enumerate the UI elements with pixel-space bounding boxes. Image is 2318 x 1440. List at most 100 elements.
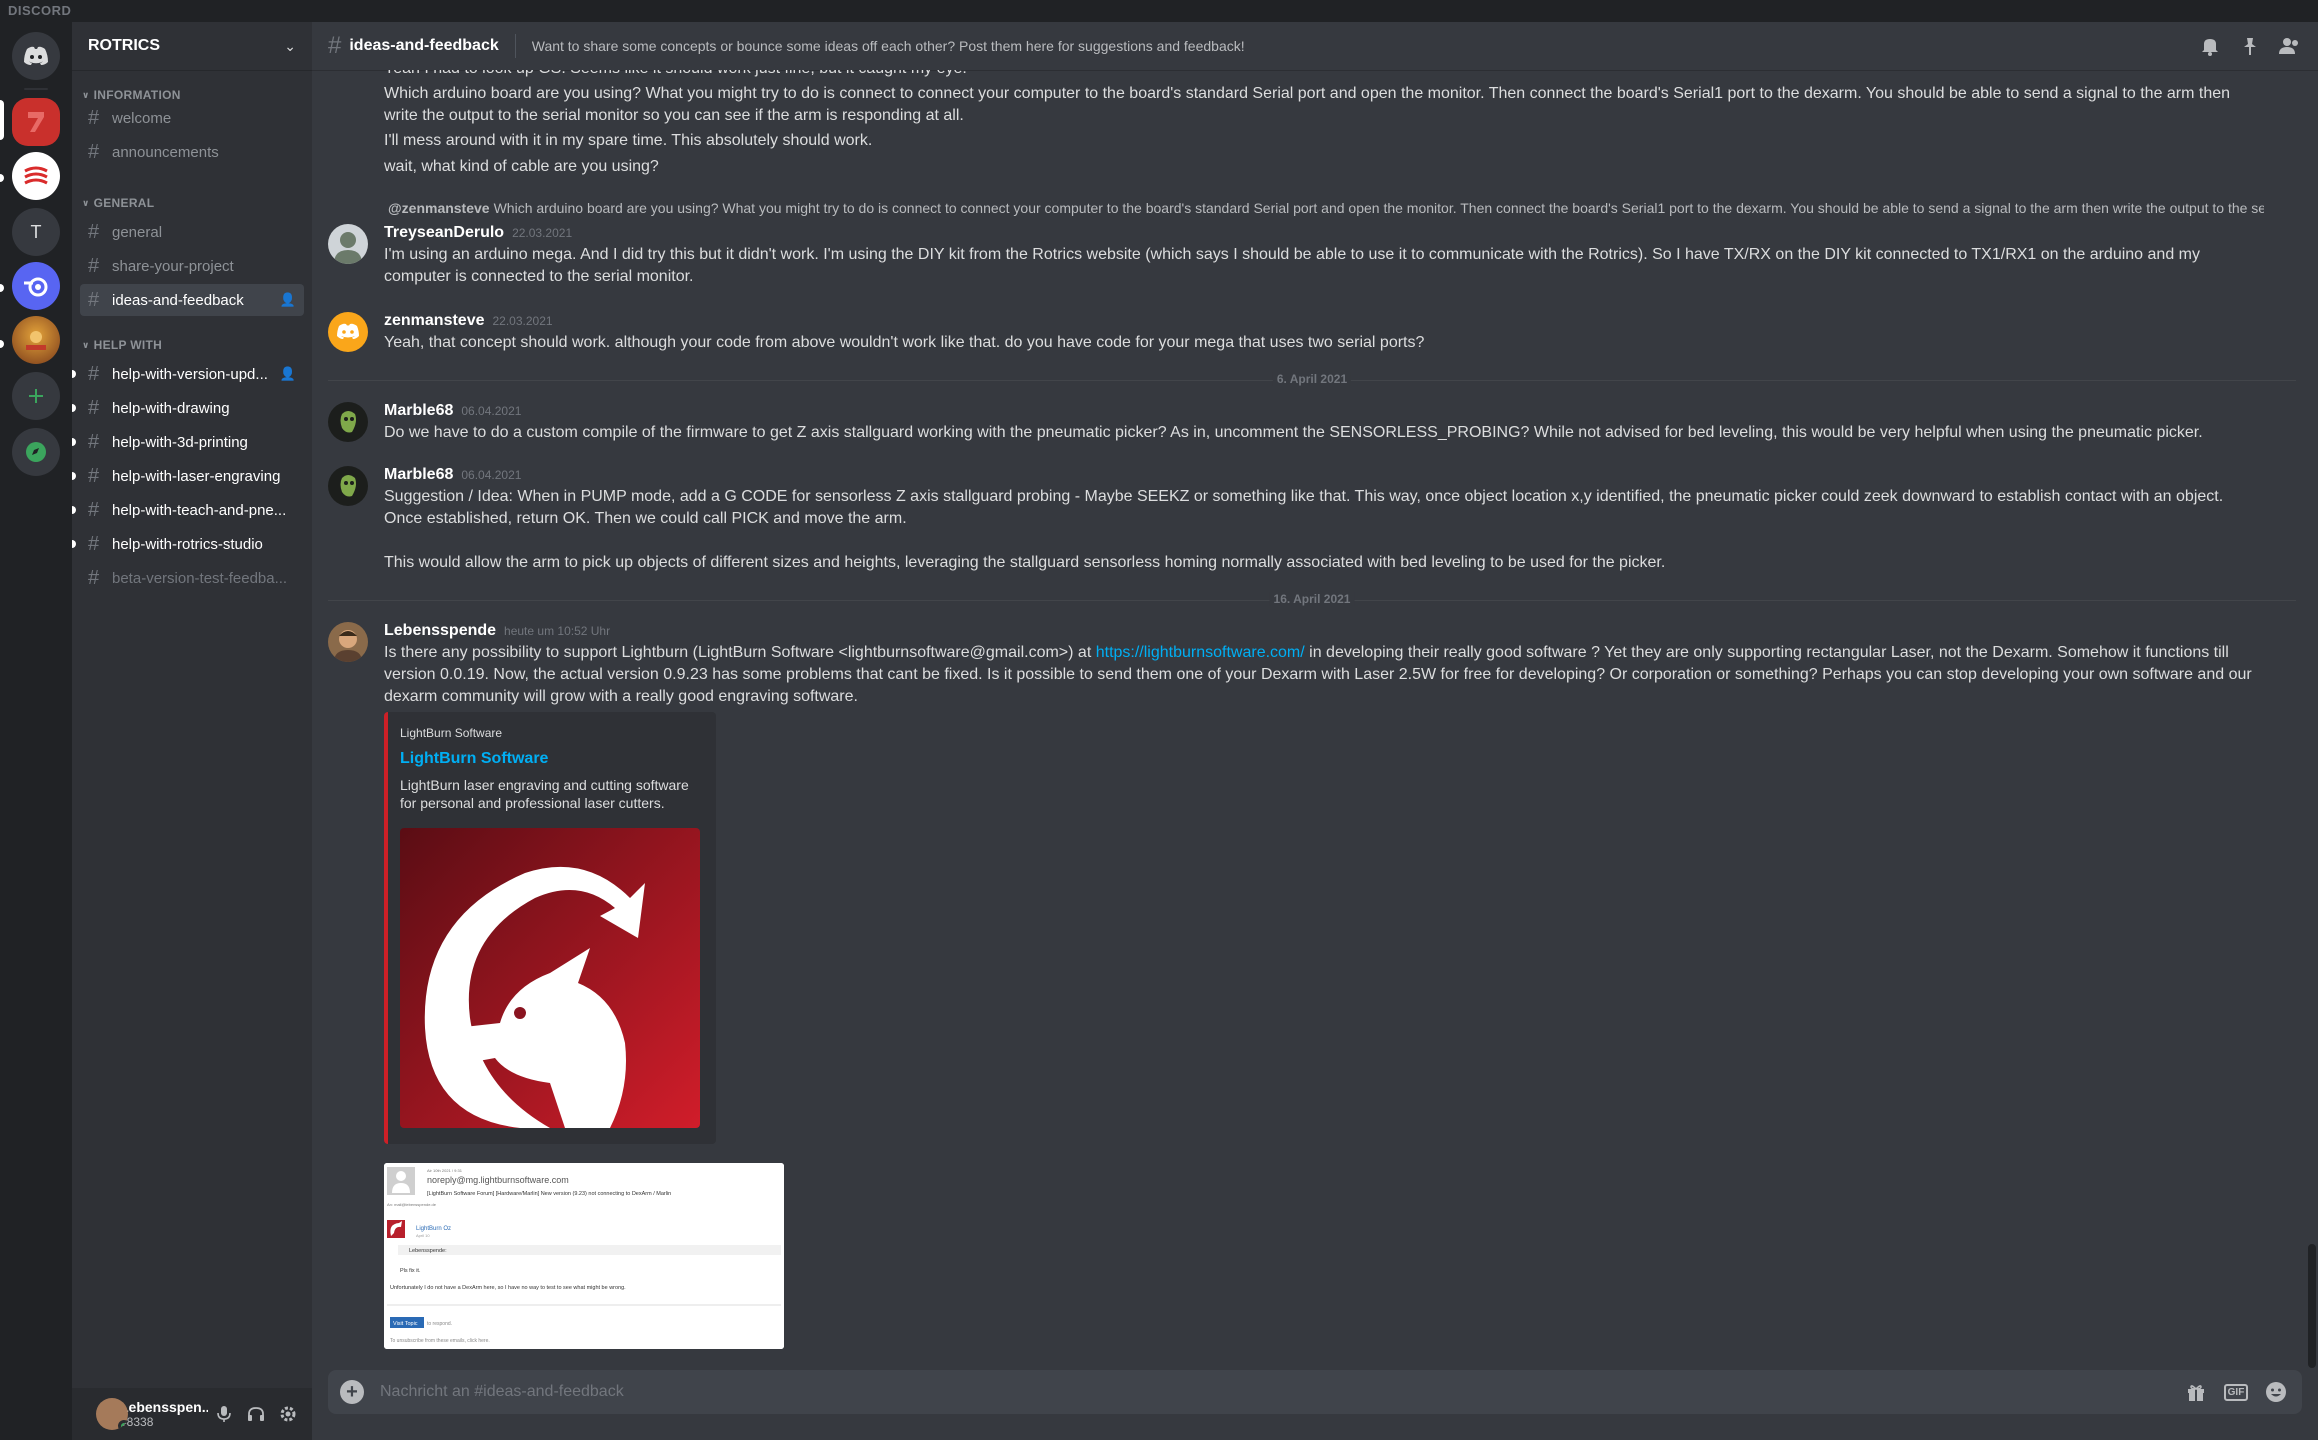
- embed-title[interactable]: LightBurn Software: [400, 750, 700, 768]
- server-red-stripes[interactable]: [12, 152, 60, 200]
- user-avatar[interactable]: [96, 1398, 128, 1430]
- email-screenshot: Air 10th 2021 / 9:31 noreply@mg.lightbur…: [384, 1163, 784, 1349]
- unread-indicator: [0, 284, 4, 292]
- unread-indicator: [72, 540, 76, 548]
- settings-gear-icon[interactable]: [272, 1398, 304, 1430]
- guild-separator: [24, 88, 48, 90]
- message-timestamp: 06.04.2021: [461, 468, 522, 482]
- hash-icon: #: [88, 430, 100, 453]
- upload-plus-icon[interactable]: +: [340, 1380, 364, 1404]
- avatar-marble68[interactable]: [328, 402, 368, 442]
- category-help-with[interactable]: ∨ HELP WITH: [82, 338, 162, 352]
- explore-servers-button[interactable]: [12, 428, 60, 476]
- channel-help-with-laser-engraving[interactable]: # help-with-laser-engraving: [72, 460, 304, 492]
- channel-announcements[interactable]: # announcements: [80, 136, 304, 168]
- avatar-lebensspende[interactable]: [328, 622, 368, 662]
- channel-help-with-drawing[interactable]: # help-with-drawing: [72, 392, 304, 424]
- email-quote: Lebensspende:: [409, 1248, 447, 1254]
- title-bar: DISCORD: [0, 0, 2318, 22]
- date-label: 16. April 2021: [1269, 592, 1355, 606]
- add-server-button[interactable]: [12, 372, 60, 420]
- hash-icon: #: [88, 220, 100, 243]
- message-text: I'm using an arduino mega. And I did try…: [384, 246, 2200, 285]
- message-author[interactable]: TreyseanDerulo: [384, 224, 504, 241]
- channel-label: help-with-teach-and-pne...: [112, 501, 287, 519]
- server-list: T: [0, 22, 72, 1440]
- channel-help-with-version-update[interactable]: # help-with-version-upd... 👤: [72, 358, 304, 390]
- channel-help-with-3d-printing[interactable]: # help-with-3d-printing: [72, 426, 304, 458]
- category-information[interactable]: ∨ INFORMATION: [82, 88, 181, 102]
- channel-label: help-with-3d-printing: [112, 433, 248, 451]
- avatar-zenmansteve[interactable]: [328, 312, 368, 352]
- invite-member-icon[interactable]: 👤: [280, 366, 296, 382]
- server-t[interactable]: T: [12, 208, 60, 256]
- emoji-icon[interactable]: [2262, 1380, 2290, 1404]
- message-timestamp: 06.04.2021: [461, 404, 522, 418]
- image-attachment[interactable]: Air 10th 2021 / 9:31 noreply@mg.lightbur…: [384, 1163, 784, 1349]
- member-list-icon[interactable]: [2278, 34, 2302, 58]
- channel-label: general: [112, 223, 163, 241]
- category-general[interactable]: ∨ GENERAL: [82, 196, 154, 210]
- embed-image[interactable]: [400, 828, 700, 1128]
- message-composer: + GIF: [328, 1370, 2302, 1414]
- gif-icon[interactable]: GIF: [2222, 1380, 2250, 1404]
- server-header[interactable]: ROTRICS ⌄: [72, 22, 312, 70]
- channel-welcome[interactable]: # welcome: [80, 102, 304, 134]
- message-input[interactable]: [380, 1383, 2170, 1401]
- channel-sidebar: ROTRICS ⌄ ∨ INFORMATION # welcome # anno…: [72, 22, 312, 1440]
- unread-indicator: [72, 438, 76, 446]
- invite-member-icon[interactable]: 👤: [280, 292, 296, 308]
- channel-topic[interactable]: Want to share some concepts or bounce so…: [532, 38, 2182, 54]
- channel-label: ideas-and-feedback: [112, 291, 244, 309]
- home-button[interactable]: [12, 32, 60, 80]
- category-label: HELP WITH: [93, 338, 163, 352]
- bell-icon[interactable]: [2198, 34, 2222, 58]
- online-status-icon: [118, 1420, 128, 1430]
- server-blender[interactable]: [12, 262, 60, 310]
- date-divider: 16. April 2021: [328, 592, 2296, 606]
- message-author[interactable]: Marble68: [384, 402, 453, 419]
- embed-provider[interactable]: LightBurn Software: [400, 726, 700, 740]
- message-author[interactable]: Marble68: [384, 466, 453, 483]
- message-author[interactable]: zenmansteve: [384, 312, 485, 329]
- date-label: 6. April 2021: [1272, 372, 1352, 386]
- hash-icon: #: [88, 140, 100, 163]
- hash-icon: #: [88, 566, 100, 589]
- channel-beta-version-test-feedback[interactable]: # beta-version-test-feedba...: [80, 562, 304, 594]
- caret-down-icon: ∨: [82, 89, 90, 100]
- game-logo-icon: [26, 331, 46, 350]
- scrollbar-thumb[interactable]: [2308, 1244, 2316, 1368]
- microphone-icon[interactable]: [208, 1398, 240, 1430]
- unread-indicator: [0, 340, 4, 348]
- channel-help-with-rotrics-studio[interactable]: # help-with-rotrics-studio: [72, 528, 304, 560]
- server-game[interactable]: [12, 316, 60, 364]
- channel-label: help-with-drawing: [112, 399, 230, 417]
- hash-icon: #: [88, 254, 100, 277]
- message-link[interactable]: https://lightburnsoftware.com/: [1096, 644, 1305, 661]
- message-text: Suggestion / Idea: When in PUMP mode, ad…: [384, 488, 2224, 527]
- blender-logo-icon: [24, 277, 48, 297]
- pin-icon[interactable]: [2238, 34, 2262, 58]
- email-reply-name: LightBurn Oz: [416, 1226, 451, 1232]
- message-text: Is there any possibility to support Ligh…: [384, 644, 2252, 705]
- server-rotrics[interactable]: [12, 98, 60, 146]
- plus-icon: [29, 389, 43, 403]
- reply-preview[interactable]: @zenmansteve Which arduino board are you…: [384, 200, 2264, 216]
- hash-icon: #: [328, 32, 342, 59]
- gift-icon[interactable]: [2182, 1380, 2210, 1404]
- headphones-icon[interactable]: [240, 1398, 272, 1430]
- user-tag: #8338: [120, 1415, 154, 1429]
- email-to: An: mail@lebensspende.de: [387, 1202, 437, 1207]
- stripes-logo-icon: [24, 166, 48, 185]
- channel-ideas-and-feedback[interactable]: # ideas-and-feedback 👤: [80, 284, 304, 316]
- message-timestamp: 22.03.2021: [492, 314, 553, 328]
- message-author[interactable]: Lebensspende: [384, 622, 496, 639]
- avatar-treyseanderulo[interactable]: [328, 224, 368, 264]
- channel-share-your-project[interactable]: # share-your-project: [80, 250, 304, 282]
- hash-icon: #: [88, 288, 100, 311]
- channel-help-with-teach-and-pneumatic[interactable]: # help-with-teach-and-pne...: [72, 494, 304, 526]
- avatar-marble68[interactable]: [328, 466, 368, 506]
- channel-general[interactable]: # general: [80, 216, 304, 248]
- unread-indicator: [72, 472, 76, 480]
- embed-description: LightBurn laser engraving and cutting so…: [400, 777, 689, 811]
